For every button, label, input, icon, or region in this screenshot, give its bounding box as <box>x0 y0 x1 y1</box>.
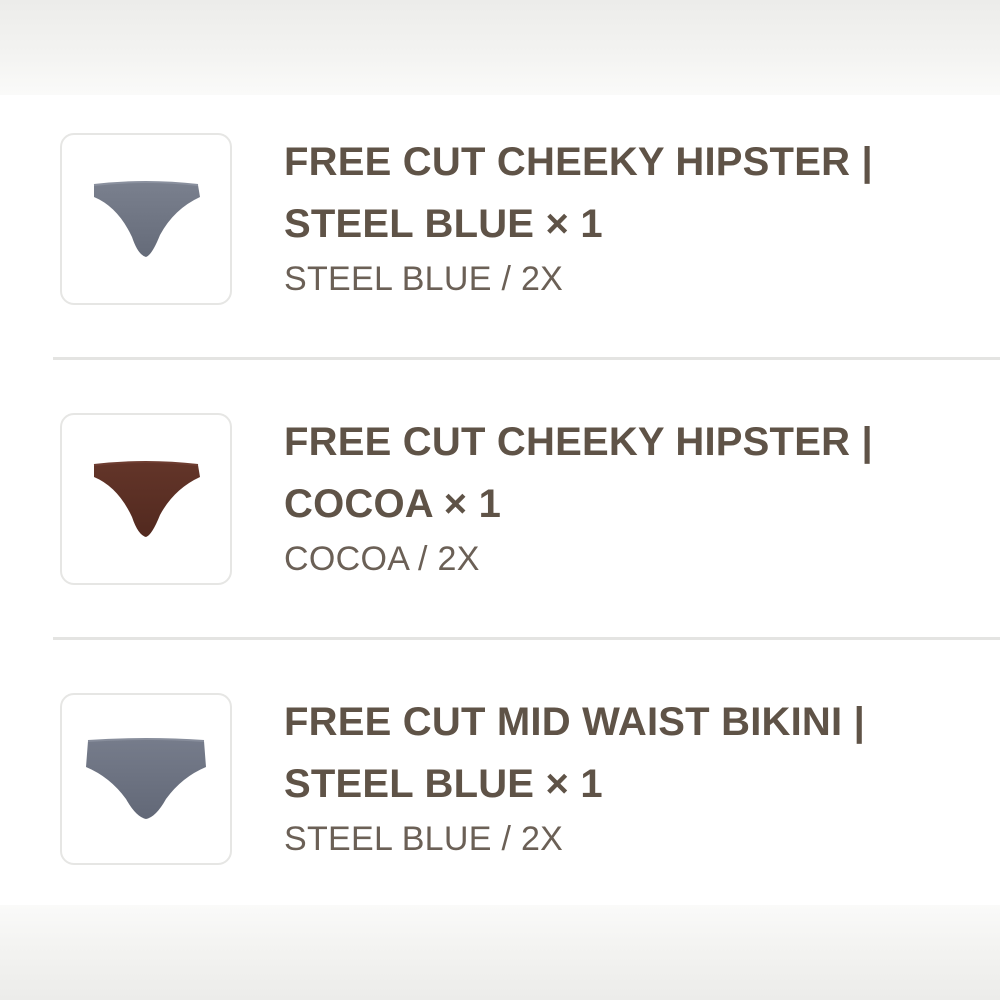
product-title-line-2: STEEL BLUE × 1 <box>284 202 603 246</box>
order-item: FREE CUT CHEEKY HIPSTER | COCOA × 1 COCO… <box>0 375 1000 655</box>
product-thumbnail[interactable] <box>60 133 232 305</box>
product-variant: STEEL BLUE / 2X <box>284 820 564 858</box>
top-fade <box>0 0 1000 95</box>
underwear-mid-waist-bikini-icon <box>86 738 206 819</box>
product-title[interactable]: FREE CUT MID WAIST BIKINI | STEEL BLUE ×… <box>284 691 964 815</box>
product-title[interactable]: FREE CUT CHEEKY HIPSTER | STEEL BLUE × 1 <box>284 131 964 255</box>
item-divider <box>53 357 1000 360</box>
product-thumbnail[interactable] <box>60 693 232 865</box>
item-divider <box>53 637 1000 640</box>
underwear-cheeky-hipster-icon <box>93 181 200 257</box>
product-title-line-2: COCOA × 1 <box>284 482 502 526</box>
order-summary-page: FREE CUT CHEEKY HIPSTER | STEEL BLUE × 1… <box>0 0 1000 1000</box>
order-item: FREE CUT MID WAIST BIKINI | STEEL BLUE ×… <box>0 655 1000 935</box>
product-title-line-2: STEEL BLUE × 1 <box>284 762 603 806</box>
product-variant: STEEL BLUE / 2X <box>284 260 564 298</box>
product-variant: COCOA / 2X <box>284 540 480 578</box>
product-thumbnail[interactable] <box>60 413 232 585</box>
product-title-line-1: FREE CUT MID WAIST BIKINI | <box>284 700 866 744</box>
product-title-line-1: FREE CUT CHEEKY HIPSTER | <box>284 420 873 464</box>
order-item: FREE CUT CHEEKY HIPSTER | STEEL BLUE × 1… <box>0 95 1000 375</box>
product-title[interactable]: FREE CUT CHEEKY HIPSTER | COCOA × 1 <box>284 411 964 535</box>
order-item-list: FREE CUT CHEEKY HIPSTER | STEEL BLUE × 1… <box>0 95 1000 905</box>
product-title-line-1: FREE CUT CHEEKY HIPSTER | <box>284 140 873 184</box>
bottom-fade <box>0 905 1000 1000</box>
underwear-cheeky-hipster-icon <box>93 461 200 537</box>
